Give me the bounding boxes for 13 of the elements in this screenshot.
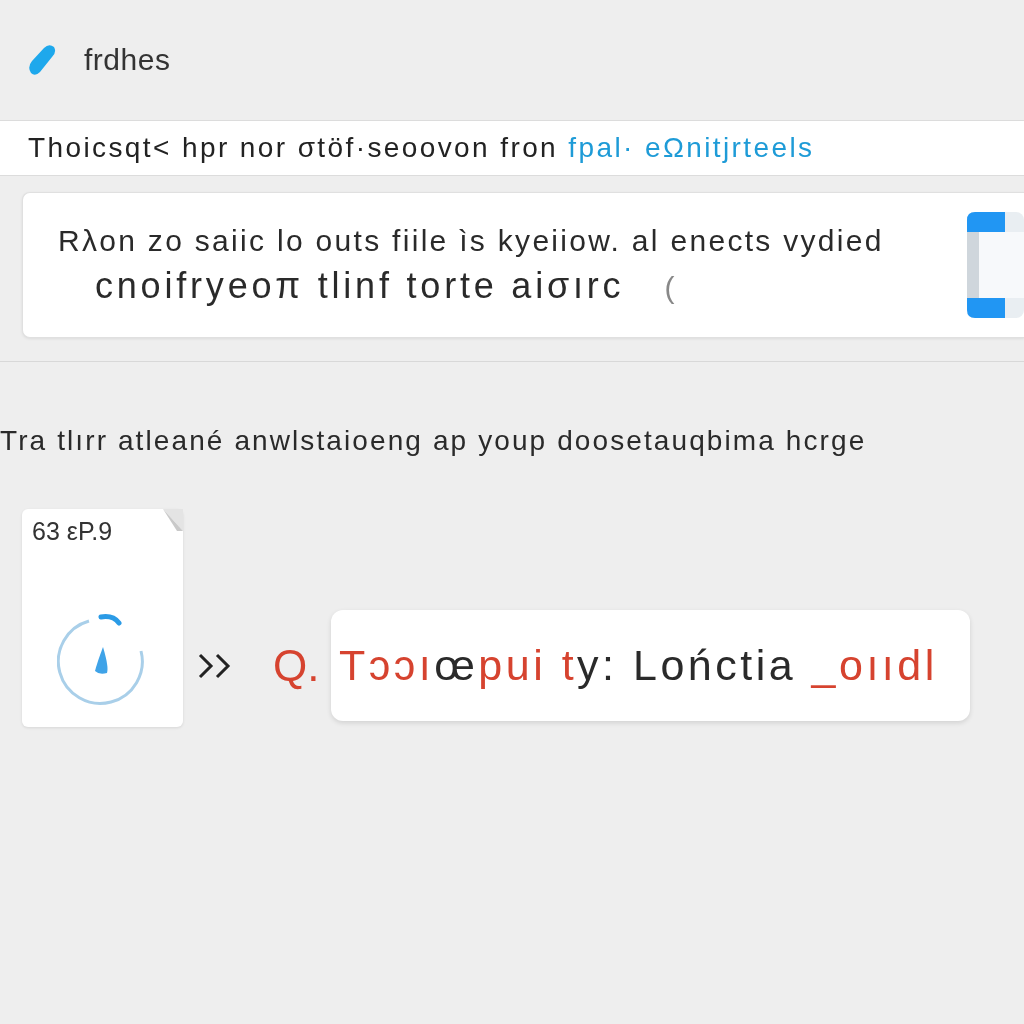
- banner-text: Thoicsqt< hpr nor σtöf·seoovon fron fpal· eΩnitjrteels: [28, 132, 815, 164]
- logo-icon: [28, 43, 56, 77]
- card-label: 63 εP.9: [32, 517, 113, 546]
- result-prefix: Q.: [273, 640, 321, 691]
- prompt-text: Tra tlırr atleané anwlstaioeng ap youp doosetauqbima hcrge: [0, 424, 868, 458]
- notice-text: Rλon zo saiic lo outs fiile ìs kyeiiow. al enects vydied: [58, 223, 884, 259]
- bracket-mark: (: [664, 271, 675, 305]
- result-text: Tɔɔı œpui ty: Lońctia _oııdl: [339, 641, 938, 690]
- app-title: frdhes: [84, 43, 171, 77]
- notice-text: cnoifryeoπ tlinf torte aiσırc: [94, 265, 625, 307]
- chevrons-right-icon: [197, 651, 233, 680]
- page-fold-icon: [163, 509, 183, 531]
- banner-link[interactable]: fpal· eΩnitjrteels: [568, 132, 815, 163]
